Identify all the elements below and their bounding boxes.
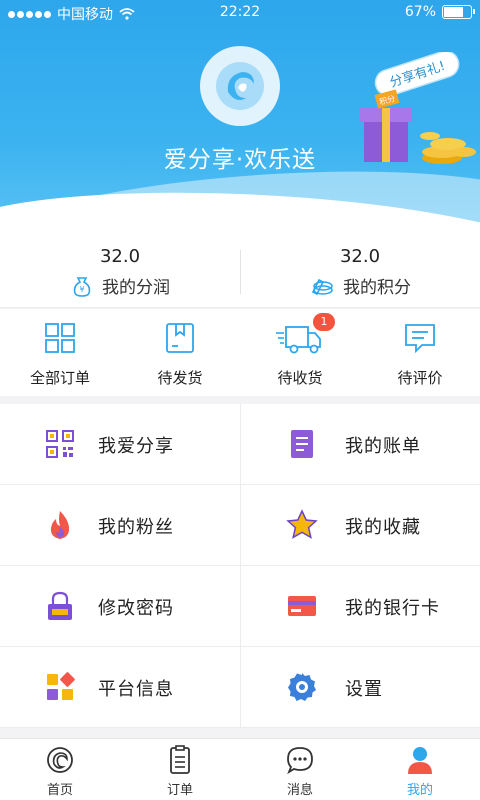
svg-text:¥: ¥ [79, 285, 84, 294]
status-bar: 中国移动 22:22 67% [0, 0, 480, 26]
menu-settings-label: 设置 [345, 679, 383, 700]
profit-share-value: 32.0 [99, 246, 141, 267]
order-all-label: 全部订单 [29, 369, 90, 387]
logo-icon [216, 62, 264, 110]
menu-share[interactable]: 我爱分享 [0, 404, 240, 485]
menu-bill-label: 我的账单 [345, 436, 421, 457]
apps-icon [47, 672, 75, 700]
menu-favorites[interactable]: 我的收藏 [240, 485, 480, 566]
order-status-bar: 全部订单 待发货 待收货 待评价 [0, 309, 480, 396]
order-icon [170, 745, 190, 774]
message-icon [287, 747, 313, 775]
package-icon [166, 323, 194, 353]
earnings-summary: 32.0 ¥ 我的分润 32.0 我的积分 [0, 238, 480, 308]
battery-icon [442, 5, 475, 19]
order-to-receive-label: 待收货 [277, 369, 323, 387]
menu-platform-info[interactable]: 平台信息 [0, 647, 240, 728]
profile-header: 中国移动 22:22 67% 爱分享·欢乐送 分享有礼! 积分 [0, 0, 480, 238]
menu-share-label: 我爱分享 [98, 436, 174, 457]
grid-icon [45, 323, 75, 353]
feature-menu: 我爱分享 我的账单 我的粉丝 我的收藏 修改密码 我的银行卡 平台信息 设置 [0, 404, 480, 728]
order-to-ship-label: 待发货 [157, 369, 203, 387]
comment-icon [405, 324, 435, 354]
menu-change-password[interactable]: 修改密码 [0, 566, 240, 647]
bottom-tab-bar: 首页 订单 消息 我的 [0, 738, 480, 800]
bill-icon [291, 430, 313, 458]
money-bag-icon: ¥ [73, 276, 91, 297]
tab-orders-label: 订单 [166, 783, 193, 798]
tab-home-label: 首页 [46, 783, 73, 798]
star-icon [286, 509, 318, 539]
order-to-receive[interactable]: 待收货 [240, 309, 360, 396]
bank-card-icon [288, 596, 316, 616]
tab-profile[interactable]: 我的 [360, 739, 480, 800]
menu-fans[interactable]: 我的粉丝 [0, 485, 240, 566]
coins-icon [311, 278, 333, 295]
tab-messages-label: 消息 [286, 783, 313, 798]
tab-orders[interactable]: 订单 [120, 739, 240, 800]
order-all[interactable]: 全部订单 [0, 309, 120, 396]
menu-bank-card-label: 我的银行卡 [345, 598, 440, 619]
menu-favorites-label: 我的收藏 [345, 517, 421, 538]
order-to-review-label: 待评价 [397, 369, 443, 387]
menu-platform-info-label: 平台信息 [98, 679, 174, 700]
order-badge: 1 [313, 313, 335, 331]
stat-profit-share[interactable]: 32.0 ¥ 我的分润 [0, 238, 240, 308]
points-label: 我的积分 [343, 278, 411, 298]
order-to-ship[interactable]: 待发货 [120, 309, 240, 396]
points-value: 32.0 [339, 246, 381, 267]
menu-bill[interactable]: 我的账单 [240, 404, 480, 485]
app-logo [200, 46, 280, 126]
home-icon [47, 747, 73, 773]
stat-points[interactable]: 32.0 我的积分 [240, 238, 480, 308]
profit-share-label: 我的分润 [102, 278, 170, 298]
settings-icon [288, 673, 316, 701]
profile-icon [408, 747, 432, 774]
tab-messages[interactable]: 消息 [240, 739, 360, 800]
menu-bank-card[interactable]: 我的银行卡 [240, 566, 480, 647]
gift-promo-illustration[interactable]: 分享有礼! 积分 [352, 52, 480, 172]
menu-settings[interactable]: 设置 [240, 647, 480, 728]
menu-change-password-label: 修改密码 [98, 598, 174, 619]
menu-fans-label: 我的粉丝 [98, 517, 174, 538]
tab-profile-label: 我的 [406, 783, 433, 798]
qr-code-icon [46, 430, 74, 458]
battery-percent: 67% [404, 4, 436, 20]
lock-icon [48, 591, 72, 620]
order-to-review[interactable]: 待评价 [360, 309, 480, 396]
flame-icon [50, 511, 70, 539]
tab-home[interactable]: 首页 [0, 739, 120, 800]
